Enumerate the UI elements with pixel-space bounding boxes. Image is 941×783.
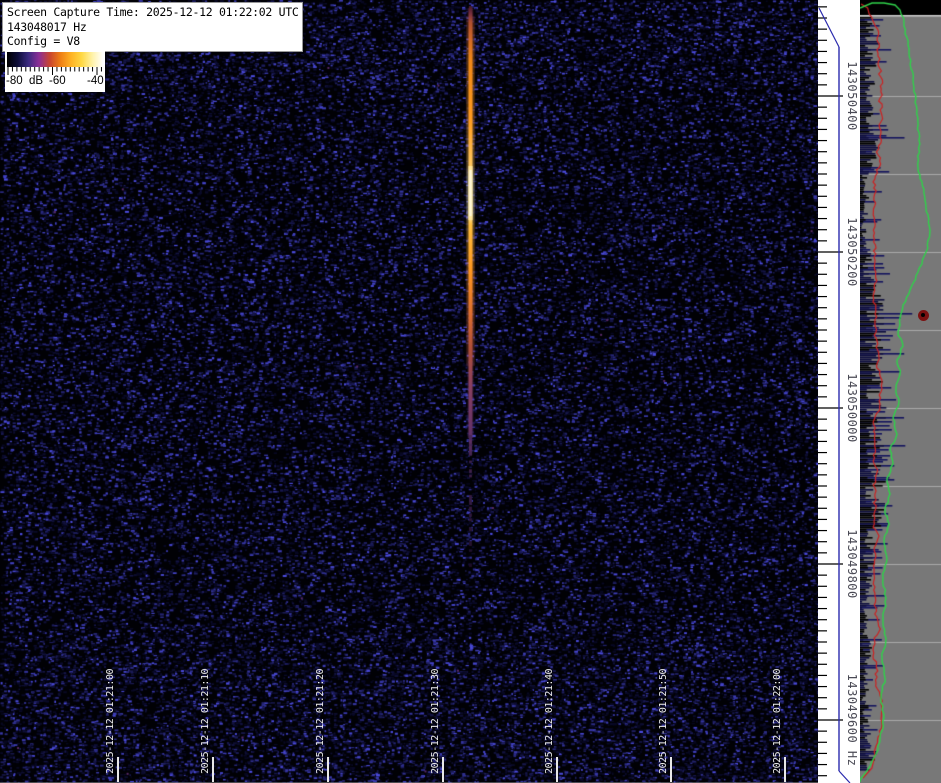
capture-info-box: Screen Capture Time: 2025-12-12 01:22:02… <box>2 2 303 52</box>
frequency-tick-label: 143049800 <box>845 529 859 599</box>
frequency-tick-label: 143050000 <box>845 373 859 443</box>
config-text: Config = V8 <box>7 34 298 49</box>
spectrum-marker-dot <box>918 310 929 321</box>
time-tick-label: 2025-12-12 01:22:00 <box>772 669 783 774</box>
colorbar-label-min: -80 <box>6 75 23 87</box>
time-tick-mark <box>212 757 214 782</box>
time-tick-mark <box>784 757 786 782</box>
time-tick-label: 2025-12-12 01:21:30 <box>430 669 441 774</box>
time-tick-label: 2025-12-12 01:21:00 <box>105 669 116 774</box>
colorbar-label-max: -40 <box>87 75 104 87</box>
colorbar-labels: -80 dB -60 -40 <box>5 75 105 90</box>
spectrum-marker-center <box>921 313 925 317</box>
colorbar-label-unit: dB <box>29 75 43 87</box>
time-tick-mark <box>670 757 672 782</box>
time-tick-label: 2025-12-12 01:21:40 <box>544 669 555 774</box>
spectrogram-waterfall-canvas <box>0 0 818 783</box>
colorbar-gradient <box>7 52 103 67</box>
time-tick-label: 2025-12-12 01:21:20 <box>315 669 326 774</box>
frequency-tick-label: 143049600 Hz <box>845 674 859 767</box>
time-tick-mark <box>556 757 558 782</box>
intensity-colorbar: -80 dB -60 -40 <box>5 50 105 92</box>
frequency-tick-label: 143050400 <box>845 61 859 131</box>
time-tick-label: 2025-12-12 01:21:50 <box>658 669 669 774</box>
capture-time-text: Screen Capture Time: 2025-12-12 01:22:02… <box>7 5 298 20</box>
time-tick-mark <box>442 757 444 782</box>
time-tick-mark <box>327 757 329 782</box>
spectrum-panel-canvas <box>860 0 941 783</box>
capture-frequency-text: 143048017 Hz <box>7 20 298 35</box>
time-tick-label: 2025-12-12 01:21:10 <box>200 669 211 774</box>
screen-capture-root: Screen Capture Time: 2025-12-12 01:22:02… <box>0 0 941 783</box>
time-tick-mark <box>117 757 119 782</box>
colorbar-label-mid: -60 <box>49 75 66 87</box>
frequency-tick-label: 143050200 <box>845 217 859 287</box>
frequency-ruler: 143050400 143050200 143050000 143049800 1430… <box>818 0 860 783</box>
